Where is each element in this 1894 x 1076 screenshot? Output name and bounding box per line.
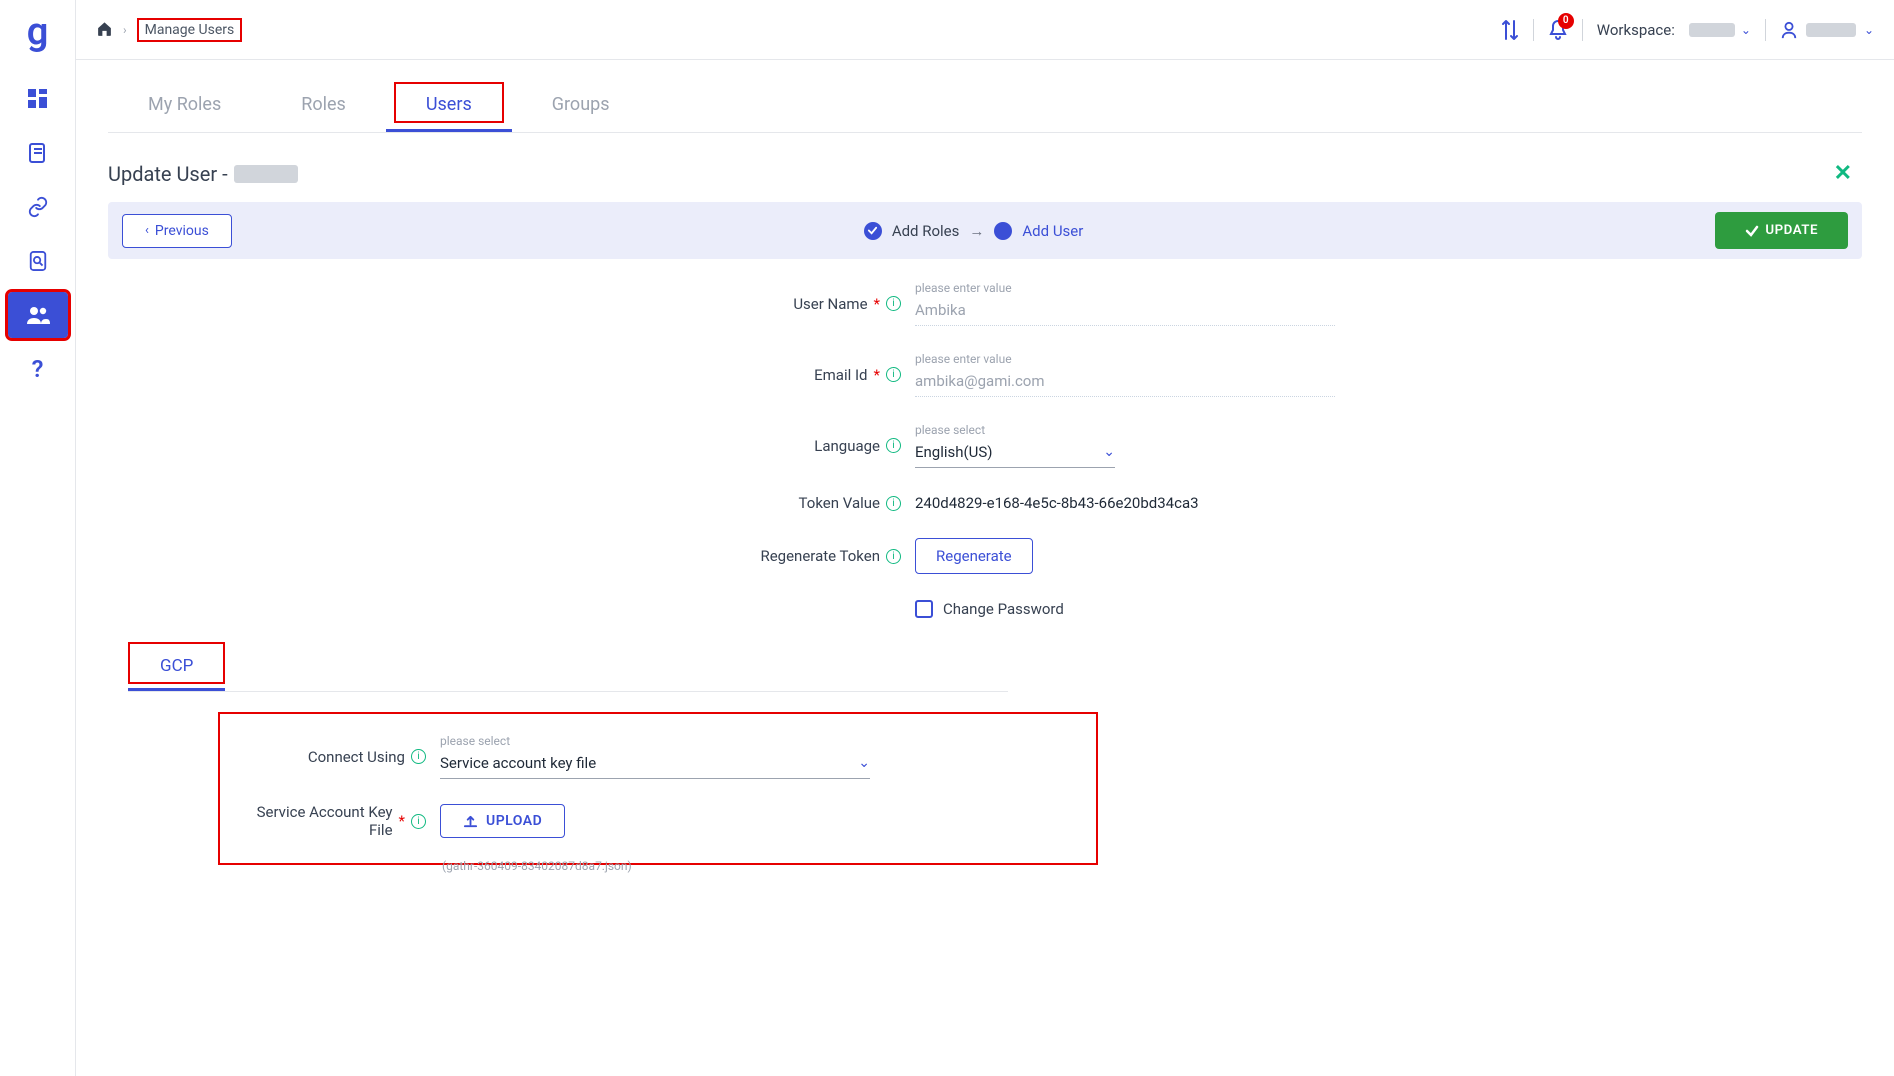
step-add-user-label[interactable]: Add User bbox=[1022, 222, 1083, 240]
document-icon bbox=[28, 143, 48, 163]
info-icon[interactable]: i bbox=[886, 296, 901, 311]
step-add-roles-dot bbox=[864, 222, 882, 240]
username-input[interactable] bbox=[915, 297, 1335, 326]
info-icon[interactable]: i bbox=[886, 496, 901, 511]
connect-using-select[interactable]: Service account key file ⌄ bbox=[440, 750, 870, 779]
upload-icon bbox=[463, 814, 478, 829]
keyfile-label: Service Account Key File bbox=[240, 803, 393, 839]
info-icon[interactable]: i bbox=[411, 749, 426, 764]
logo: g bbox=[27, 10, 49, 54]
link-icon bbox=[27, 196, 49, 218]
token-label: Token Value bbox=[799, 494, 880, 512]
breadcrumb-item[interactable]: Manage Users bbox=[137, 18, 243, 42]
section-title: Update User - bbox=[108, 162, 298, 186]
workspace-label: Workspace: bbox=[1597, 21, 1675, 39]
users-icon bbox=[26, 305, 50, 325]
sort-icon[interactable] bbox=[1501, 19, 1519, 41]
nav-users[interactable] bbox=[8, 292, 68, 338]
step-add-roles-label[interactable]: Add Roles bbox=[892, 222, 960, 240]
update-button[interactable]: UPDATE bbox=[1715, 212, 1848, 249]
breadcrumb-separator: › bbox=[123, 23, 127, 37]
home-icon[interactable] bbox=[96, 21, 113, 38]
keyfile-hint: (gathr-360409-83402087d8a7.json) bbox=[442, 859, 1862, 873]
grid-icon bbox=[28, 89, 48, 109]
check-icon bbox=[1745, 224, 1759, 238]
chevron-down-icon: ⌄ bbox=[858, 755, 870, 771]
tab-users[interactable]: Users bbox=[386, 80, 512, 132]
question-icon: ? bbox=[32, 355, 44, 383]
info-icon[interactable]: i bbox=[411, 814, 426, 829]
nav-dashboard[interactable] bbox=[8, 76, 68, 122]
topbar: › Manage Users 0 Workspace: ⌄ bbox=[76, 0, 1894, 60]
tab-roles[interactable]: Roles bbox=[261, 80, 386, 132]
gcp-section: Connect Using i please select Service ac… bbox=[218, 712, 1098, 865]
workspace-selector[interactable]: ⌄ bbox=[1689, 23, 1751, 37]
info-icon[interactable]: i bbox=[886, 367, 901, 382]
chevron-down-icon: ⌄ bbox=[1864, 23, 1874, 37]
regen-label: Regenerate Token bbox=[760, 547, 880, 565]
step-add-user-dot bbox=[994, 222, 1012, 240]
wizard-bar: ‹ Previous Add Roles → Add User UPDATE bbox=[108, 202, 1862, 259]
email-input[interactable] bbox=[915, 368, 1335, 397]
tab-my-roles[interactable]: My Roles bbox=[108, 80, 261, 132]
tab-groups[interactable]: Groups bbox=[512, 80, 650, 132]
regenerate-button[interactable]: Regenerate bbox=[915, 538, 1033, 574]
breadcrumb: › Manage Users bbox=[96, 18, 242, 42]
person-icon bbox=[1780, 21, 1798, 39]
chevron-down-icon: ⌄ bbox=[1741, 23, 1751, 37]
username-label: User Name bbox=[793, 295, 867, 313]
nav-connections[interactable] bbox=[8, 184, 68, 230]
chevron-down-icon: ⌄ bbox=[1103, 444, 1115, 460]
nav-search[interactable] bbox=[8, 238, 68, 284]
subtab-gcp[interactable]: GCP bbox=[128, 644, 225, 691]
user-menu[interactable]: ⌄ bbox=[1780, 21, 1874, 39]
change-password-checkbox[interactable]: Change Password bbox=[915, 600, 1335, 618]
notifications-button[interactable]: 0 bbox=[1548, 19, 1568, 41]
checkbox-icon bbox=[915, 600, 933, 618]
check-icon bbox=[867, 225, 878, 236]
language-label: Language bbox=[814, 437, 880, 455]
nav-help[interactable]: ? bbox=[8, 346, 68, 392]
info-icon[interactable]: i bbox=[886, 549, 901, 564]
tabs: My Roles Roles Users Groups bbox=[108, 80, 1862, 133]
email-label: Email Id bbox=[814, 366, 867, 384]
search-doc-icon bbox=[28, 251, 48, 271]
close-button[interactable]: ✕ bbox=[1824, 157, 1862, 190]
previous-button[interactable]: ‹ Previous bbox=[122, 214, 232, 248]
upload-button[interactable]: UPLOAD bbox=[440, 804, 565, 838]
info-icon[interactable]: i bbox=[886, 438, 901, 453]
connect-using-label: Connect Using bbox=[308, 748, 405, 766]
notification-badge: 0 bbox=[1558, 13, 1574, 29]
sidebar: g ? bbox=[0, 0, 76, 1076]
nav-reports[interactable] bbox=[8, 130, 68, 176]
token-value: 240d4829-e168-4e5c-8b43-66e20bd34ca3 bbox=[915, 494, 1335, 512]
chevron-left-icon: ‹ bbox=[145, 223, 149, 238]
language-select[interactable]: English(US) ⌄ bbox=[915, 439, 1115, 468]
subtabs: GCP bbox=[128, 644, 1008, 692]
